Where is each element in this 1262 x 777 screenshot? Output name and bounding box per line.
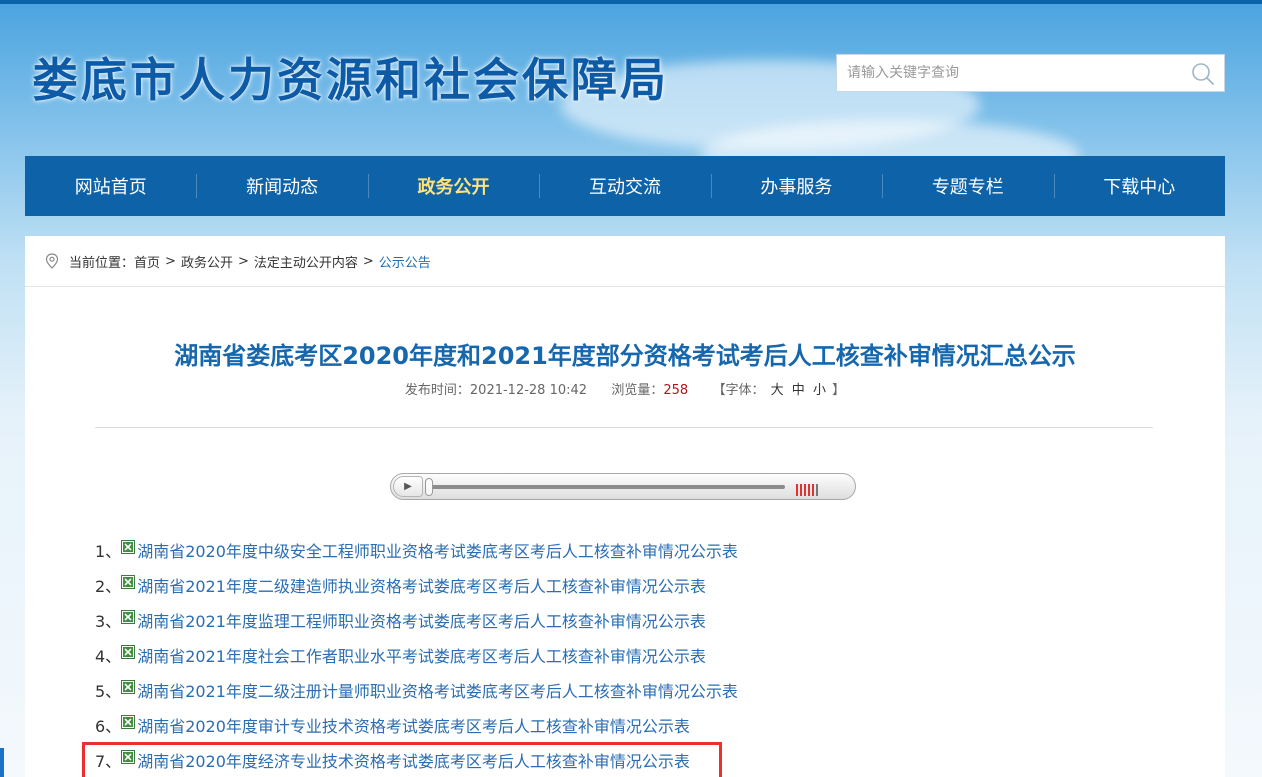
breadcrumb-separator: > [237,253,249,269]
excel-file-icon [121,644,136,659]
list-item-number: 4、 [95,646,122,666]
nav-item-label: 新闻动态 [246,177,319,198]
file-link[interactable]: 湖南省2021年度社会工作者职业水平考试娄底考区考后人工核查补审情况公示表 [137,643,706,667]
file-link[interactable]: 湖南省2020年度中级安全工程师职业资格考试娄底考区考后人工核查补审情况公示表 [137,538,738,562]
list-item: 6、 湖南省2020年度审计专业技术资格考试娄底考区考后人工核查补审情况公示表 [95,707,1195,742]
search-icon[interactable] [1190,61,1216,87]
font-size-close: 】 [832,383,846,398]
excel-file-icon [121,539,136,554]
file-link[interactable]: 湖南省2021年度二级注册计量师职业资格考试娄底考区考后人工核查补审情况公示表 [137,678,738,702]
main-nav: 网站首页 新闻动态 政务公开 互动交流 办事服务 专题专栏 下载中心 [25,156,1225,216]
excel-file-icon [121,714,136,729]
progress-knob[interactable] [425,478,433,496]
excel-file-icon [121,679,136,694]
breadcrumb-government-affairs[interactable]: 政务公开 [181,252,233,271]
publish-time: 2021-12-28 10:42 [469,383,588,398]
view-count-label: 浏览量： [611,383,664,398]
file-link[interactable]: 湖南省2021年度二级建造师执业资格考试娄底考区考后人工核查补审情况公示表 [137,573,706,597]
font-size-medium-link[interactable]: 中 [792,383,805,398]
list-item: 3、 湖南省2021年度监理工程师职业资格考试娄底考区考后人工核查补审情况公示表 [95,602,1195,637]
site-title: 娄底市人力资源和社会保障局 [32,53,669,107]
excel-file-icon [121,609,136,624]
nav-item-downloads[interactable]: 下载中心 [1053,156,1225,216]
list-item: 4、 湖南省2021年度社会工作者职业水平考试娄底考区考后人工核查补审情况公示表 [95,637,1195,672]
top-strip [0,0,1262,4]
play-icon: ▶ [404,481,412,492]
list-item-number: 5、 [95,681,122,701]
list-item: 2、 湖南省2021年度二级建造师执业资格考试娄底考区考后人工核查补审情况公示表 [95,567,1195,602]
highlight-box [82,742,722,777]
breadcrumb: 当前位置： 首页 > 政务公开 > 法定主动公开内容 > 公示公告 [25,236,1225,287]
view-count: 258 [663,383,689,398]
left-edge-marker [0,748,4,777]
nav-item-government-affairs[interactable]: 政务公开 [367,156,539,216]
breadcrumb-statutory-disclosure[interactable]: 法定主动公开内容 [254,252,358,271]
search-input[interactable] [837,55,1177,91]
font-size-large-link[interactable]: 大 [771,383,784,398]
nav-item-label: 网站首页 [74,177,147,198]
nav-item-home[interactable]: 网站首页 [25,156,196,216]
font-size-small-link[interactable]: 小 [813,383,826,398]
excel-file-icon [121,574,136,589]
nav-item-label: 下载中心 [1103,177,1176,198]
breadcrumb-separator: > [362,253,374,269]
list-item-number: 3、 [95,611,122,631]
nav-item-label: 专题专栏 [931,177,1004,198]
list-item: 1、 湖南省2020年度中级安全工程师职业资格考试娄底考区考后人工核查补审情况公… [95,532,1195,567]
font-size-open: 【字体： [712,383,765,398]
nav-item-services[interactable]: 办事服务 [710,156,882,216]
file-link[interactable]: 湖南省2020年度审计专业技术资格考试娄底考区考后人工核查补审情况公示表 [137,713,690,737]
nav-item-label: 政务公开 [417,177,490,198]
title-divider [95,427,1153,428]
publish-time-label: 发布时间： [404,383,470,398]
file-link[interactable]: 湖南省2021年度监理工程师职业资格考试娄底考区考后人工核查补审情况公示表 [137,608,706,632]
volume-icon[interactable] [796,481,822,496]
article-title: 湖南省娄底考区2020年度和2021年度部分资格考试考后人工核查补审情况汇总公示 [174,342,1076,370]
location-pin-icon [45,253,59,269]
breadcrumb-prefix: 当前位置： [69,255,135,271]
audio-player: ▶ [390,473,856,500]
nav-item-label: 互动交流 [588,177,661,198]
breadcrumb-home[interactable]: 首页 [134,252,160,271]
breadcrumb-announcements[interactable]: 公示公告 [379,252,431,271]
list-item-number: 6、 [95,716,122,736]
play-button[interactable]: ▶ [393,476,423,497]
list-item-number: 2、 [95,576,122,596]
progress-track[interactable] [429,485,785,489]
list-item-number: 1、 [95,541,122,561]
nav-item-news[interactable]: 新闻动态 [196,156,367,216]
file-list: 1、 湖南省2020年度中级安全工程师职业资格考试娄底考区考后人工核查补审情况公… [82,532,1195,777]
nav-item-topics[interactable]: 专题专栏 [882,156,1053,216]
article-meta: 发布时间：2021-12-28 10:42 浏览量：258 【字体： 大 中 小… [25,379,1225,398]
breadcrumb-separator: > [165,253,176,269]
nav-item-label: 办事服务 [760,177,833,198]
nav-item-interaction[interactable]: 互动交流 [539,156,710,216]
search-box [836,54,1225,92]
content-panel: 当前位置： 首页 > 政务公开 > 法定主动公开内容 > 公示公告 湖南省娄底考… [25,236,1225,777]
list-item: 5、 湖南省2021年度二级注册计量师职业资格考试娄底考区考后人工核查补审情况公… [95,672,1195,707]
